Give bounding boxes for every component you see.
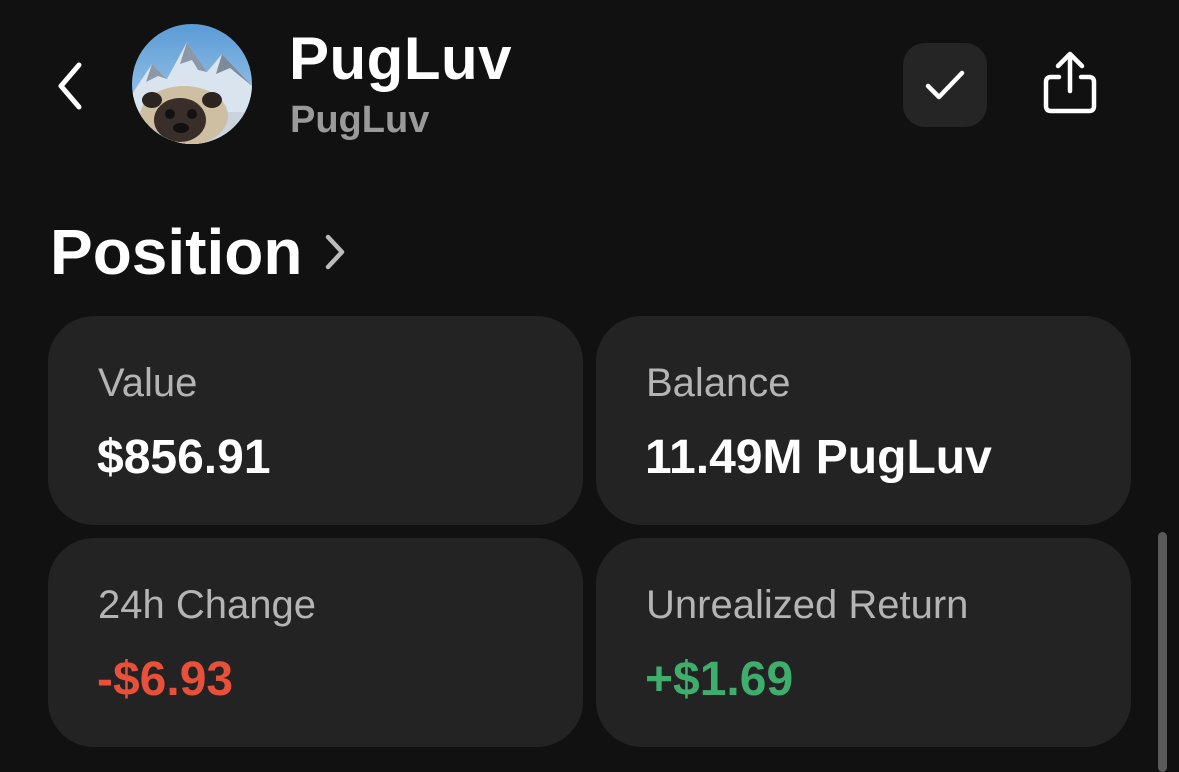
position-section-header[interactable]: Position (50, 214, 346, 290)
change-24h-card: 24h Change -$6.93 (48, 538, 583, 747)
token-subtitle: PugLuv (290, 99, 430, 141)
balance-card: Balance 11.49M PugLuv (596, 316, 1131, 525)
change-24h-label: 24h Change (98, 583, 316, 627)
balance-amount: 11.49M PugLuv (645, 431, 992, 484)
unrealized-return-card: Unrealized Return +$1.69 (596, 538, 1131, 747)
watchlist-check-button[interactable] (903, 43, 987, 127)
checkmark-icon (925, 70, 965, 100)
value-card: Value $856.91 (48, 316, 583, 525)
share-button[interactable] (1030, 40, 1110, 126)
value-amount: $856.91 (97, 431, 271, 484)
position-title: Position (50, 216, 303, 288)
back-button[interactable] (48, 56, 92, 116)
scrollbar[interactable] (1158, 532, 1167, 772)
chevron-right-icon (324, 233, 346, 271)
balance-label: Balance (646, 361, 791, 405)
unrealized-return-amount: +$1.69 (645, 653, 794, 706)
chevron-left-icon (58, 62, 82, 110)
avatar (132, 24, 252, 144)
token-title: PugLuv (289, 25, 512, 92)
share-icon (1043, 51, 1097, 114)
change-24h-amount: -$6.93 (97, 653, 234, 706)
value-label: Value (98, 361, 198, 405)
unrealized-return-label: Unrealized Return (646, 583, 969, 627)
token-detail-screen: PugLuv PugLuv Position Value $856.91 Bal… (0, 0, 1179, 772)
